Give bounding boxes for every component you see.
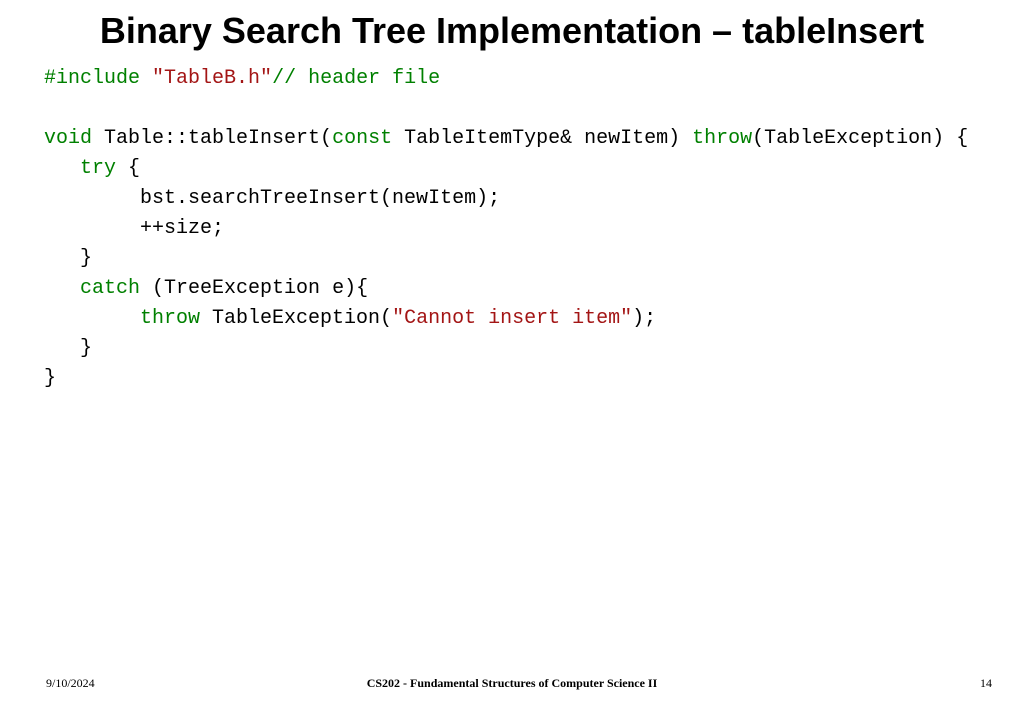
code-tok: throw bbox=[692, 127, 752, 150]
footer-course: CS202 - Fundamental Structures of Comput… bbox=[0, 676, 1024, 691]
code-tok bbox=[44, 277, 80, 300]
code-tok: ); bbox=[632, 307, 656, 330]
code-tok: catch bbox=[80, 277, 140, 300]
code-tok: TableItemType& newItem) bbox=[392, 127, 692, 150]
code-tok: Table::tableInsert( bbox=[92, 127, 332, 150]
code-tok: } bbox=[44, 247, 92, 270]
code-tok: TableException( bbox=[200, 307, 392, 330]
code-tok: } bbox=[44, 367, 56, 390]
code-tok: #include bbox=[44, 67, 140, 90]
code-tok: (TreeException e){ bbox=[140, 277, 368, 300]
code-tok: const bbox=[332, 127, 392, 150]
slide-footer: 9/10/2024 CS202 - Fundamental Structures… bbox=[0, 673, 1024, 691]
code-tok: try bbox=[80, 157, 116, 180]
code-tok: ++size; bbox=[44, 217, 224, 240]
code-tok: } bbox=[44, 337, 92, 360]
code-tok bbox=[44, 157, 80, 180]
code-tok: throw bbox=[140, 307, 200, 330]
code-tok: bst.searchTreeInsert(newItem); bbox=[44, 187, 500, 210]
code-tok bbox=[44, 307, 140, 330]
code-tok: // header file bbox=[272, 67, 440, 90]
slide-title: Binary Search Tree Implementation – tabl… bbox=[0, 10, 1024, 52]
code-tok: void bbox=[44, 127, 92, 150]
code-tok: "Cannot insert item" bbox=[392, 307, 632, 330]
code-tok: (TableException) { bbox=[752, 127, 968, 150]
code-tok: "TableB.h" bbox=[152, 67, 272, 90]
code-tok: { bbox=[116, 157, 140, 180]
footer-page-number: 14 bbox=[980, 676, 992, 691]
code-block: #include "TableB.h"// header file void T… bbox=[44, 64, 984, 394]
